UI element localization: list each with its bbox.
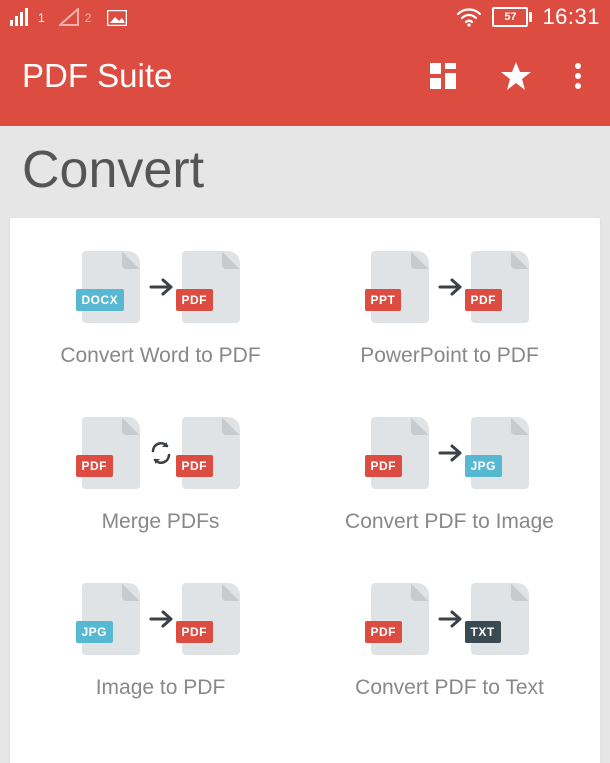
file-tag: JPG (76, 621, 114, 643)
file-icon: PDF (82, 417, 140, 489)
page: Convert DOCX PDF Convert Word to PDF PPT… (0, 126, 610, 763)
tile-label: Convert PDF to Image (345, 510, 554, 534)
arrow-right-icon (437, 606, 463, 632)
tile-1[interactable]: PPT PDF PowerPoint to PDF (305, 246, 594, 368)
sim1-label: 1 (38, 11, 45, 25)
file-tag: PDF (465, 289, 503, 311)
status-left: 1 2 (10, 8, 127, 26)
sync-icon (148, 440, 174, 466)
signal-empty-icon (59, 8, 79, 26)
file-icon: PDF (182, 251, 240, 323)
star-icon[interactable] (500, 60, 532, 92)
file-icon: JPG (82, 583, 140, 655)
battery-level: 57 (504, 11, 516, 23)
file-tag: PDF (176, 289, 214, 311)
tile-3[interactable]: PDF JPG Convert PDF to Image (305, 412, 594, 534)
tiles-card: DOCX PDF Convert Word to PDF PPT PDF Pow… (10, 218, 600, 763)
arrow-right-icon (437, 274, 463, 300)
app-actions (428, 60, 582, 92)
file-icon: TXT (471, 583, 529, 655)
tile-icons: PPT PDF (371, 246, 529, 328)
file-tag: PDF (365, 455, 403, 477)
image-icon (107, 10, 127, 26)
file-tag: PDF (76, 455, 114, 477)
signal-icon (10, 8, 32, 26)
tile-icons: PDF TXT (371, 578, 529, 660)
tile-2[interactable]: PDF PDF Merge PDFs (16, 412, 305, 534)
file-tag: PDF (176, 455, 214, 477)
file-icon: PPT (371, 251, 429, 323)
file-icon: PDF (182, 583, 240, 655)
more-icon[interactable] (574, 62, 582, 90)
tile-icons: JPG PDF (82, 578, 240, 660)
status-right: 57 16:31 (456, 4, 600, 30)
file-icon: PDF (371, 583, 429, 655)
file-tag: PPT (365, 289, 402, 311)
tile-label: Merge PDFs (102, 510, 220, 534)
arrow-right-icon (148, 606, 174, 632)
file-icon: PDF (182, 417, 240, 489)
clock: 16:31 (542, 4, 600, 30)
arrow-right-icon (437, 440, 463, 466)
file-icon: DOCX (82, 251, 140, 323)
battery-icon: 57 (492, 7, 532, 27)
tile-4[interactable]: JPG PDF Image to PDF (16, 578, 305, 700)
file-tag: TXT (465, 621, 501, 643)
file-icon: PDF (371, 417, 429, 489)
sim2-label: 2 (85, 11, 92, 25)
file-tag: PDF (176, 621, 214, 643)
status-bar: 1 2 57 16:31 (0, 0, 610, 34)
file-tag: PDF (365, 621, 403, 643)
wifi-icon (456, 7, 482, 27)
app-bar: PDF Suite (0, 34, 610, 126)
page-title: Convert (0, 126, 610, 218)
file-icon: JPG (471, 417, 529, 489)
tile-label: Image to PDF (96, 676, 226, 700)
app-title: PDF Suite (22, 57, 172, 95)
tile-icons: PDF JPG (371, 412, 529, 494)
tile-icons: PDF PDF (82, 412, 240, 494)
tile-label: PowerPoint to PDF (360, 344, 539, 368)
tile-label: Convert Word to PDF (60, 344, 260, 368)
dashboard-icon[interactable] (428, 61, 458, 91)
tile-5[interactable]: PDF TXT Convert PDF to Text (305, 578, 594, 700)
arrow-right-icon (148, 274, 174, 300)
file-tag: JPG (465, 455, 503, 477)
tile-icons: DOCX PDF (82, 246, 240, 328)
tile-label: Convert PDF to Text (355, 676, 544, 700)
file-tag: DOCX (76, 289, 125, 311)
tile-0[interactable]: DOCX PDF Convert Word to PDF (16, 246, 305, 368)
file-icon: PDF (471, 251, 529, 323)
